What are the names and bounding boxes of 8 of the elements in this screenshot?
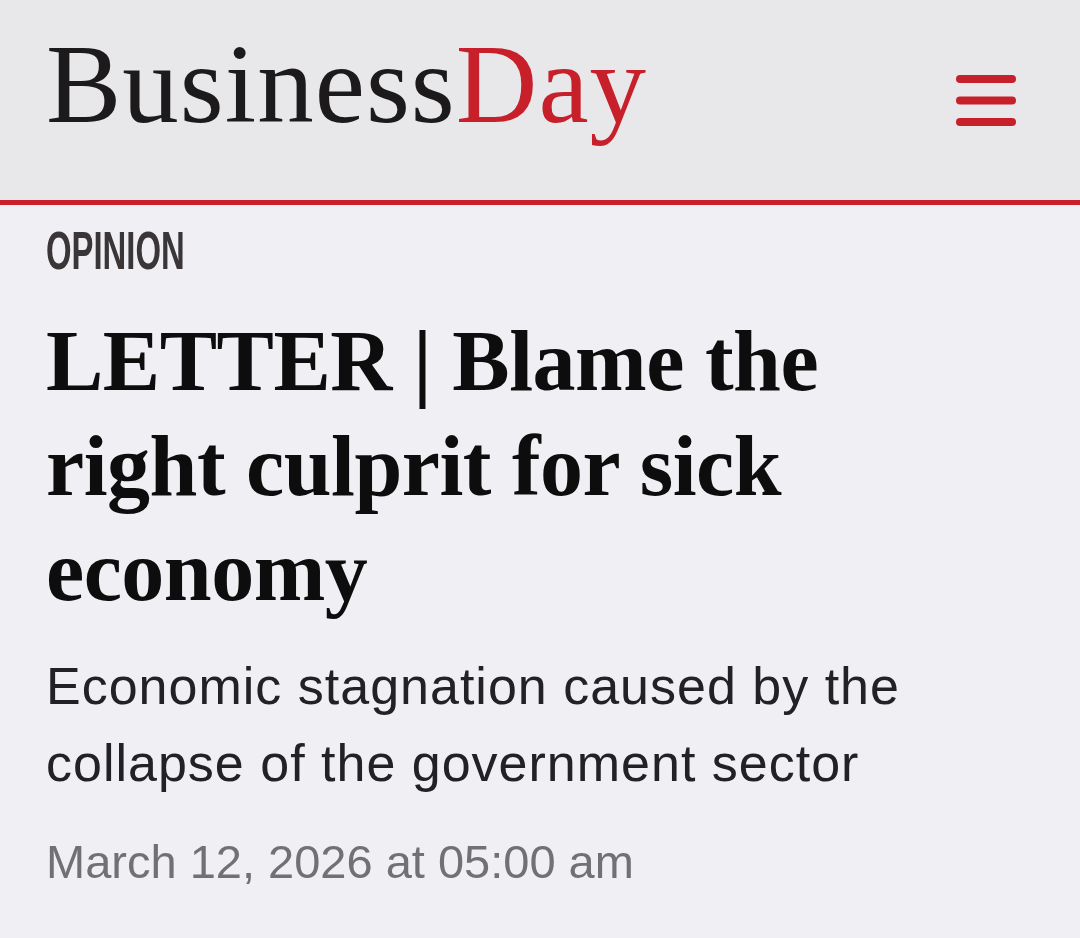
menu-button[interactable] — [956, 75, 1016, 126]
logo-word: Day — [455, 20, 648, 148]
menu-icon — [956, 75, 1016, 126]
section-label: OPINION — [46, 221, 185, 281]
article-headline: LETTER | Blame the right culprit for sick economy — [46, 312, 820, 621]
article-summary: Economic stagnation caused by the collapse of the government sector — [46, 656, 901, 794]
logo-word: Business — [46, 20, 456, 148]
publish-date: March 12, 2026 at 05:00 am — [46, 834, 635, 890]
